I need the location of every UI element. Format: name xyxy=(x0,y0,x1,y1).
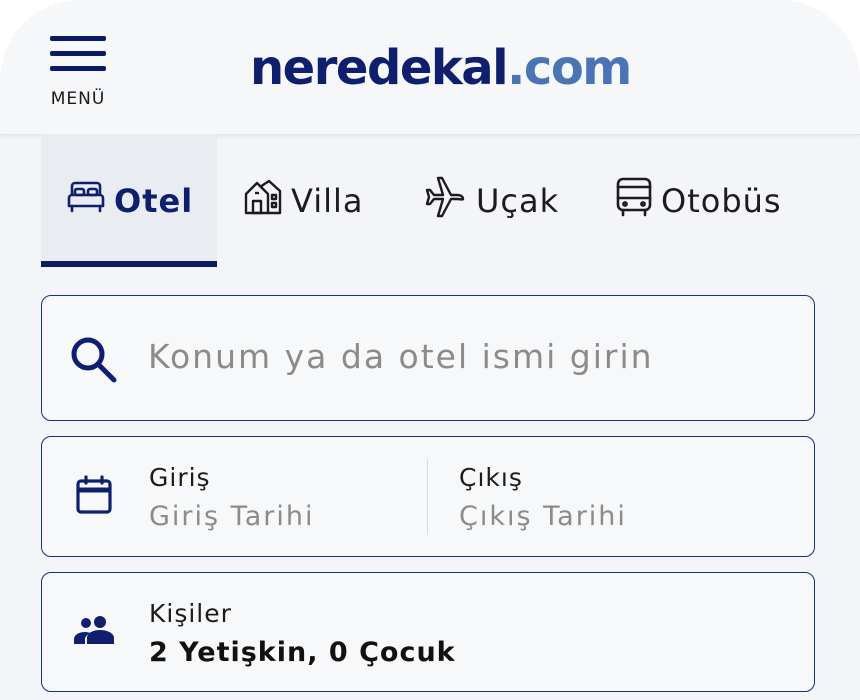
tab-ucak[interactable]: Uçak xyxy=(422,134,559,267)
location-search-field[interactable]: Konum ya da otel ismi girin xyxy=(41,295,815,421)
tab-label: Otel xyxy=(114,181,194,220)
app-screen: MENÜ neredekal.com Otel Villa Uçak Otobü… xyxy=(0,0,860,700)
guests-selector[interactable]: Kişiler 2 Yetişkin, 0 Çocuk xyxy=(41,572,815,692)
logo-brand: neredekal xyxy=(250,40,509,96)
tab-villa[interactable]: Villa xyxy=(243,134,363,267)
tab-label: Uçak xyxy=(476,181,560,220)
search-icon xyxy=(68,334,118,388)
tab-label: Villa xyxy=(291,181,364,220)
menu-button[interactable]: MENÜ xyxy=(44,36,112,112)
people-icon xyxy=(73,615,115,649)
top-header: MENÜ neredekal.com xyxy=(0,0,860,135)
tab-otel[interactable]: Otel xyxy=(41,134,217,267)
checkin-label: Giriş xyxy=(149,463,211,492)
menu-label: MENÜ xyxy=(50,89,106,109)
checkin-placeholder: Giriş Tarihi xyxy=(149,501,315,532)
search-placeholder: Konum ya da otel ismi girin xyxy=(148,337,654,376)
checkout-label: Çıkış xyxy=(459,463,523,492)
active-tab-indicator xyxy=(41,261,217,267)
logo-tld: .com xyxy=(507,40,632,96)
tab-label: Otobüs xyxy=(661,181,782,220)
villa-house-icon xyxy=(243,179,291,223)
category-tabs: Otel Villa Uçak Otobüs xyxy=(41,134,821,267)
checkout-date-field[interactable]: Çıkış Çıkış Tarihi xyxy=(459,437,789,558)
guests-value: 2 Yetişkin, 0 Çocuk xyxy=(149,637,456,668)
date-divider xyxy=(427,459,428,535)
calendar-icon xyxy=(75,475,113,519)
bed-icon xyxy=(66,180,114,222)
airplane-icon xyxy=(422,176,476,226)
checkout-placeholder: Çıkış Tarihi xyxy=(459,501,627,532)
checkin-date-field[interactable]: Giriş Giriş Tarihi xyxy=(149,437,419,558)
site-logo[interactable]: neredekal.com xyxy=(250,38,632,98)
bus-icon xyxy=(615,177,661,225)
guests-label: Kişiler xyxy=(149,599,232,628)
tab-otobus[interactable]: Otobüs xyxy=(615,134,782,267)
date-selector: Giriş Giriş Tarihi Çıkış Çıkış Tarihi xyxy=(41,436,815,557)
